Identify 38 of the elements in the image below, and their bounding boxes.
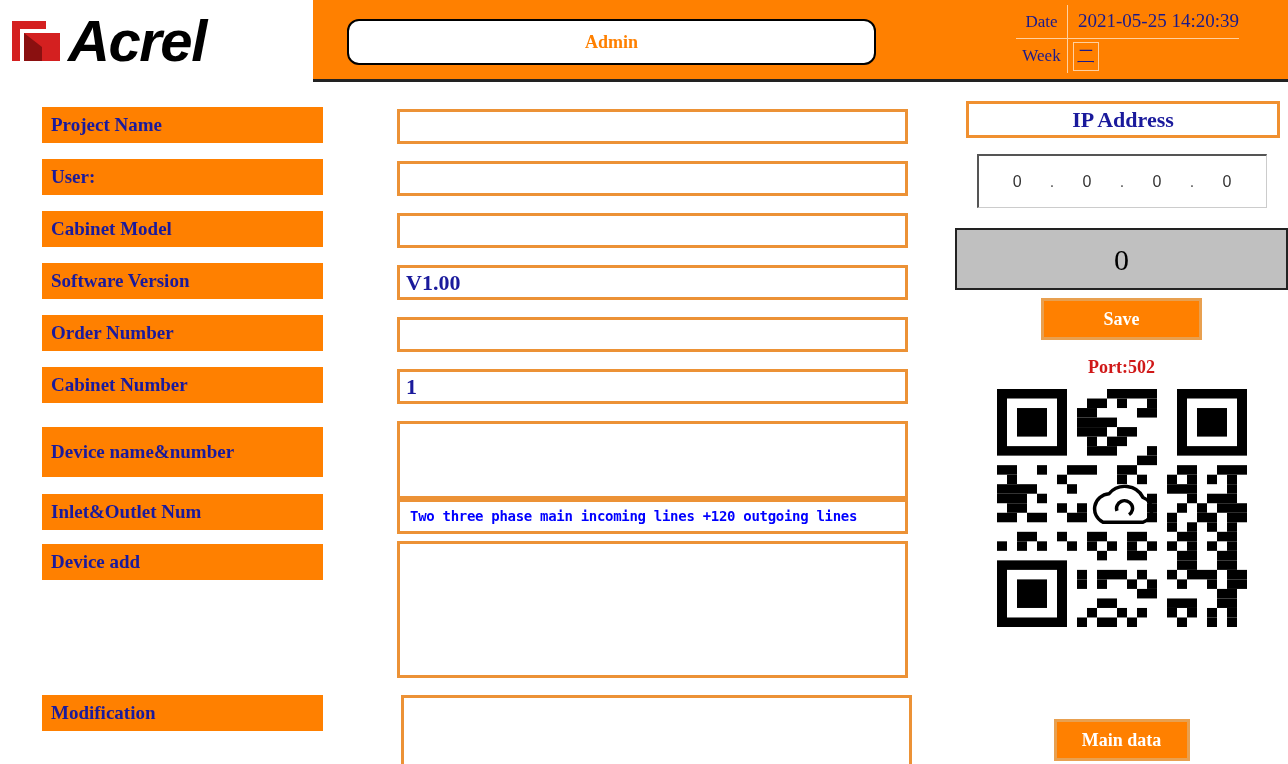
field-label: Order Number xyxy=(42,315,323,351)
input-field[interactable] xyxy=(397,161,908,196)
input-field[interactable]: V1.00 xyxy=(397,265,908,300)
logo-icon xyxy=(12,21,60,61)
octet-value: 0 xyxy=(1012,171,1022,192)
field-label: Modification xyxy=(42,695,323,731)
input-field[interactable]: Two three phase main incoming lines +120 outgoing lines xyxy=(397,499,908,534)
octet-separator: . xyxy=(1119,171,1125,192)
port-label: Port:502 xyxy=(1088,356,1155,379)
field-label: Cabinet Model xyxy=(42,211,323,247)
ip-address-title: IP Address xyxy=(966,101,1280,138)
input-field[interactable]: 1 xyxy=(397,369,908,404)
field-label: Device name&number xyxy=(42,427,323,477)
octet-value: 0 xyxy=(1222,171,1232,192)
input-field[interactable] xyxy=(397,541,908,678)
date-label: Date xyxy=(1016,5,1068,38)
logo-text: Acrel xyxy=(68,12,206,70)
field-label: Inlet&Outlet Num xyxy=(42,494,323,530)
field-label: User: xyxy=(42,159,323,195)
octet-separator: . xyxy=(1049,171,1055,192)
field-label: Software Version xyxy=(42,263,323,299)
user-name-field: Admin xyxy=(347,19,876,65)
field-label: Device add xyxy=(42,544,323,580)
octet-separator: . xyxy=(1189,171,1195,192)
week-value: 二 xyxy=(1073,41,1099,71)
field-label: Cabinet Number xyxy=(42,367,323,403)
ip-address-field[interactable]: 0 . 0 . 0 . 0 xyxy=(976,154,1267,208)
input-field[interactable] xyxy=(397,317,908,352)
week-label: Week xyxy=(1016,39,1068,73)
field-label: Project Name xyxy=(42,107,323,143)
value-display: 0 xyxy=(955,228,1288,290)
octet-value: 0 xyxy=(1082,171,1092,192)
input-field[interactable] xyxy=(397,213,908,248)
octet-value: 0 xyxy=(1152,171,1162,192)
input-field[interactable] xyxy=(397,109,908,144)
input-field[interactable] xyxy=(401,695,912,764)
date-value: 2021-05-25 14:20:39 xyxy=(1077,9,1239,34)
input-field[interactable] xyxy=(397,421,908,499)
